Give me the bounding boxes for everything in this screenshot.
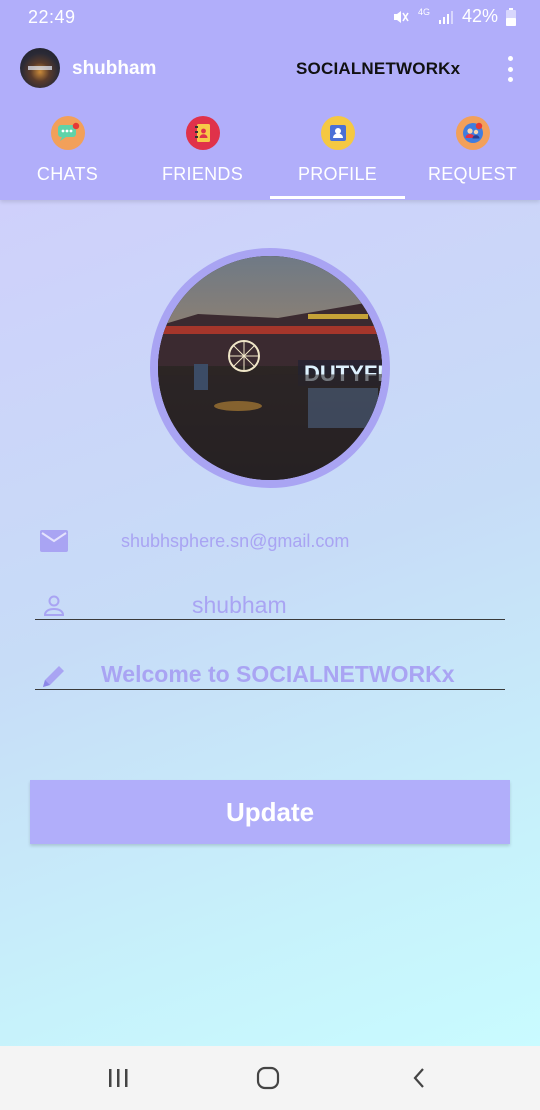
tab-label: CHATS bbox=[36, 164, 99, 184]
night-plaza-photo: DUTYFR bbox=[158, 256, 382, 480]
edit-pencil-icon bbox=[43, 666, 64, 687]
contacts-book-icon bbox=[185, 116, 220, 150]
status-icons: 4G 42% bbox=[392, 6, 516, 27]
system-nav-bar bbox=[0, 1046, 540, 1110]
tab-bar: CHATS FRIENDS PROFILE REQUEST bbox=[0, 110, 540, 200]
email-value: shubhsphere.sn@gmail.com bbox=[121, 531, 350, 551]
app-title: SOCIALNETWORKx bbox=[296, 59, 461, 78]
profile-card-icon bbox=[320, 116, 355, 150]
app-header: 22:49 4G 42% shubham SOCIALNETWORKx CHAT… bbox=[0, 0, 540, 200]
person-icon bbox=[43, 595, 65, 616]
profile-content: DUTYFR shubhsphere.sn@gmail.com shubham … bbox=[0, 200, 540, 1046]
status-input[interactable]: Welcome to SOCIALNETWORKx bbox=[101, 661, 455, 688]
tab-label: REQUEST bbox=[427, 164, 518, 184]
signal-icon bbox=[438, 10, 453, 24]
user-name: shubham bbox=[72, 58, 157, 79]
profile-image[interactable]: DUTYFR bbox=[158, 256, 382, 480]
tab-profile[interactable]: PROFILE bbox=[270, 110, 405, 200]
profile-image-frame[interactable]: DUTYFR bbox=[150, 248, 390, 488]
update-button[interactable]: Update bbox=[30, 780, 510, 844]
friend-request-icon bbox=[455, 116, 490, 150]
name-underline bbox=[35, 619, 505, 620]
network-type: 4G bbox=[417, 7, 430, 17]
back-icon[interactable] bbox=[380, 1046, 460, 1110]
status-bar: 22:49 4G 42% bbox=[0, 0, 540, 34]
tab-request[interactable]: REQUEST bbox=[405, 110, 540, 200]
recent-apps-icon[interactable] bbox=[78, 1046, 158, 1110]
more-vert-icon[interactable] bbox=[500, 56, 520, 82]
tab-indicator bbox=[270, 196, 405, 199]
app-bar: shubham SOCIALNETWORKx bbox=[0, 44, 540, 94]
name-input[interactable]: shubham bbox=[192, 592, 287, 619]
home-icon[interactable] bbox=[228, 1046, 308, 1110]
avatar[interactable] bbox=[20, 48, 60, 88]
tab-friends[interactable]: FRIENDS bbox=[135, 110, 270, 200]
battery-icon bbox=[506, 7, 516, 26]
status-time: 22:49 bbox=[28, 7, 76, 27]
chat-icon bbox=[50, 116, 85, 150]
tab-label: FRIENDS bbox=[161, 164, 244, 184]
mute-icon bbox=[393, 10, 409, 23]
status-underline bbox=[35, 689, 505, 690]
tab-label: PROFILE bbox=[297, 164, 378, 184]
battery-percent: 42% bbox=[461, 6, 498, 26]
email-icon bbox=[40, 530, 68, 552]
tab-chats[interactable]: CHATS bbox=[0, 110, 135, 200]
